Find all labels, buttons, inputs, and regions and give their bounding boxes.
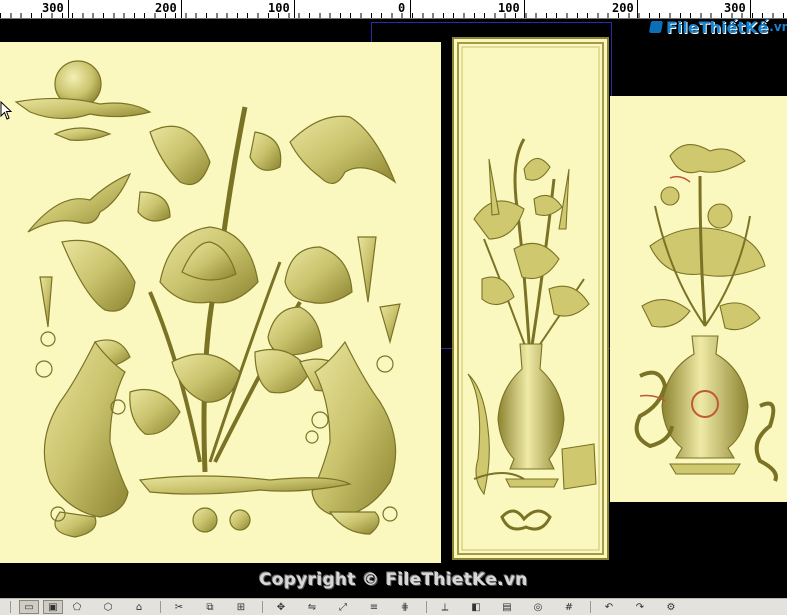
logo-square-icon xyxy=(648,21,664,33)
relief-panel-vase-bouquet[interactable] xyxy=(452,37,609,560)
ruler-label-100: 100 xyxy=(498,1,520,15)
ruler-major-tick xyxy=(68,0,69,18)
redo-icon[interactable]: ↷ xyxy=(630,600,650,614)
zoom-icon[interactable]: ⬡ xyxy=(98,600,118,614)
move-icon[interactable]: ✥ xyxy=(271,600,291,614)
ruler-major-tick xyxy=(181,0,182,18)
settings-icon[interactable]: ⚙ xyxy=(661,600,681,614)
undo-icon[interactable]: ↶ xyxy=(599,600,619,614)
bottom-toolbar: ▭ ▣ ⬠ ⬡ ⌂ ✂ ⧉ ⊞ ✥ ⇋ ⤢ ≡ ⋕ ⟂ ◧ ▤ ◎ # ↶ ↷ … xyxy=(0,598,787,615)
relief-panel-lotus-koi[interactable] xyxy=(0,42,441,563)
ruler-major-tick xyxy=(524,0,525,18)
paste-icon[interactable]: ⊞ xyxy=(231,600,251,614)
vase-dragon-carving-image xyxy=(634,144,778,482)
view-icon[interactable]: ▭ xyxy=(19,600,39,614)
toolbar-separator xyxy=(262,601,263,613)
ruler-label-minus-200: 200 xyxy=(155,1,177,15)
ruler-label-300: 300 xyxy=(724,1,746,15)
rotate-icon[interactable]: ⬠ xyxy=(67,600,87,614)
toolbar-separator xyxy=(590,601,591,613)
toolbar-separator xyxy=(426,601,427,613)
snap-icon[interactable]: ⋕ xyxy=(395,600,415,614)
align-icon[interactable]: ≡ xyxy=(364,600,384,614)
relief-panel-vase-dragon[interactable] xyxy=(610,96,787,502)
cut-icon[interactable]: ✂ xyxy=(169,600,189,614)
pan-icon[interactable]: ▣ xyxy=(43,600,63,614)
logo-brand-text: FileThiếtKế xyxy=(666,17,769,37)
mirror-icon[interactable]: ⇋ xyxy=(302,600,322,614)
lotus-koi-carving-image xyxy=(14,60,401,538)
relief-canvas[interactable] xyxy=(0,19,787,570)
vase-bouquet-carving-image xyxy=(457,42,604,555)
toolbar-separator xyxy=(160,601,161,613)
ruler-label-minus-100: 100 xyxy=(268,1,290,15)
grid-icon[interactable]: # xyxy=(559,600,579,614)
render-icon[interactable]: ◎ xyxy=(528,600,548,614)
ruler-label-minus-300: 300 xyxy=(42,1,64,15)
site-logo: FileThiếtKế .vn xyxy=(648,16,787,38)
ruler-major-tick xyxy=(294,0,295,18)
logo-domain-text: .vn xyxy=(769,20,787,34)
toolbar-separator xyxy=(10,601,11,613)
layer-icon[interactable]: ▤ xyxy=(497,600,517,614)
ruler-label-200: 200 xyxy=(612,1,634,15)
ruler-label-zero: 0 xyxy=(398,1,406,15)
shade-icon[interactable]: ◧ xyxy=(466,600,486,614)
copyright-watermark: Copyright © FileThietKe.vn xyxy=(259,570,528,590)
fit-icon[interactable]: ⌂ xyxy=(129,600,149,614)
measure-icon[interactable]: ⟂ xyxy=(435,600,455,614)
scale-icon[interactable]: ⤢ xyxy=(333,600,353,614)
copy-icon[interactable]: ⧉ xyxy=(200,600,220,614)
mouse-cursor-icon xyxy=(0,101,12,120)
ruler-origin-tick xyxy=(410,0,411,18)
ruler-major-tick xyxy=(637,0,638,18)
